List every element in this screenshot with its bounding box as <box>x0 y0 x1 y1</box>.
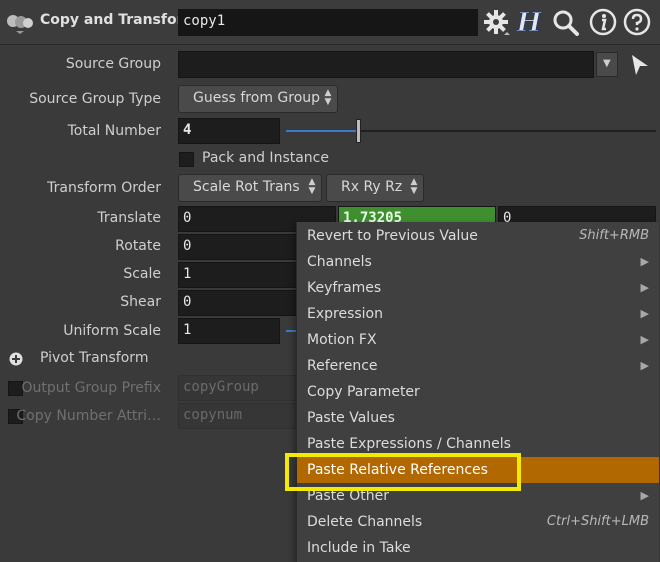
menu-item-channels[interactable]: Channels ▶ <box>297 249 659 275</box>
menu-item-shortcut: Shift+RMB <box>579 228 649 243</box>
pivot-transform-label[interactable]: Pivot Transform <box>40 350 148 366</box>
parameter-header: Copy and Transform copy1 H <box>0 0 660 44</box>
up-down-arrows-icon: ▲ ▼ <box>324 88 332 107</box>
scale-label: Scale <box>123 266 161 282</box>
shear-label: Shear <box>120 294 161 310</box>
translate-label: Translate <box>97 210 161 226</box>
copy-number-attrib-field[interactable]: copynum <box>178 403 298 429</box>
menu-item-label: Include in Take <box>307 540 411 556</box>
submenu-arrow-icon: ▶ <box>640 281 649 294</box>
node-type-label: Copy and Transform <box>40 12 199 28</box>
source-group-type-value: Guess from Group <box>193 90 321 106</box>
output-group-prefix-field[interactable]: copyGroup <box>178 375 298 401</box>
help-h-letter: H <box>516 8 542 39</box>
menu-item-label: Copy Parameter <box>307 384 420 400</box>
chevron-down-icon: ▼ <box>603 58 611 69</box>
source-group-dropdown[interactable]: ▼ <box>596 52 618 77</box>
menu-item-include-in-take[interactable]: Include in Take <box>297 535 659 561</box>
pack-and-instance-label: Pack and Instance <box>202 150 329 166</box>
source-group-type-label: Source Group Type <box>29 91 161 107</box>
transform-order-value: Scale Rot Trans <box>193 179 300 195</box>
menu-item-label: Keyframes <box>307 280 382 296</box>
uniform-scale-label: Uniform Scale <box>63 323 161 339</box>
menu-item-delete-channels[interactable]: Delete Channels Ctrl+Shift+LMB <box>297 509 659 535</box>
source-group-type-menu[interactable]: Guess from Group ▲ ▼ <box>178 85 338 113</box>
menu-item-expression[interactable]: Expression ▶ <box>297 301 659 327</box>
submenu-arrow-icon: ▶ <box>640 359 649 372</box>
output-group-prefix-label: Output Group Prefix <box>21 380 161 396</box>
menu-item-label: Delete Channels <box>307 514 423 530</box>
transform-order-label: Transform Order <box>47 180 161 196</box>
menu-item-keyframes[interactable]: Keyframes ▶ <box>297 275 659 301</box>
up-down-arrows-icon: ▲ ▼ <box>308 177 316 196</box>
uniform-scale-field[interactable]: 1 <box>178 318 280 344</box>
menu-item-shortcut: Ctrl+Shift+LMB <box>546 514 649 529</box>
question-icon[interactable] <box>622 7 652 37</box>
menu-item-revert[interactable]: Revert to Previous Value Shift+RMB <box>297 223 659 249</box>
gear-icon[interactable] <box>482 6 512 40</box>
total-number-slider-track[interactable] <box>286 130 656 132</box>
up-down-arrows-icon: ▲ ▼ <box>410 177 418 196</box>
submenu-arrow-icon: ▶ <box>640 255 649 268</box>
source-group-field[interactable] <box>178 51 594 78</box>
arrow-pointer-icon[interactable] <box>628 52 652 78</box>
total-number-field[interactable]: 4 <box>178 118 280 144</box>
source-group-label: Source Group <box>65 56 161 72</box>
submenu-arrow-icon: ▶ <box>640 489 649 502</box>
menu-item-motion-fx[interactable]: Motion FX ▶ <box>297 327 659 353</box>
menu-item-paste-values[interactable]: Paste Values <box>297 405 659 431</box>
node-name-field[interactable]: copy1 <box>178 9 478 36</box>
rotate-label: Rotate <box>115 238 161 254</box>
menu-item-label: Channels <box>307 254 372 270</box>
menu-item-reference[interactable]: Reference ▶ <box>297 353 659 379</box>
menu-item-label: Reference <box>307 358 378 374</box>
total-number-label: Total Number <box>67 123 161 139</box>
rotation-order-value: Rx Ry Rz <box>341 179 403 195</box>
menu-item-label: Motion FX <box>307 332 377 348</box>
info-icon[interactable] <box>588 7 618 37</box>
submenu-arrow-icon: ▶ <box>640 333 649 346</box>
submenu-arrow-icon: ▶ <box>640 307 649 320</box>
menu-item-label: Paste Values <box>307 410 395 426</box>
context-menu: Revert to Previous Value Shift+RMB Chann… <box>296 222 659 562</box>
transform-order-menu[interactable]: Scale Rot Trans ▲ ▼ <box>178 174 322 202</box>
annotation-highlight-box <box>285 453 521 491</box>
help-h-icon[interactable]: H <box>514 6 544 40</box>
menu-item-label: Expression <box>307 306 383 322</box>
total-number-slider-handle[interactable] <box>356 119 361 143</box>
header-divider <box>0 44 660 45</box>
search-icon[interactable] <box>551 7 581 39</box>
rotation-order-menu[interactable]: Rx Ry Rz ▲ ▼ <box>326 174 424 202</box>
menu-item-copy-parameter[interactable]: Copy Parameter <box>297 379 659 405</box>
node-icon[interactable] <box>6 10 34 36</box>
pack-and-instance-checkbox[interactable] <box>179 152 194 167</box>
total-number-slider-fill <box>286 130 360 132</box>
copy-number-attrib-label: Copy Number Attri… <box>16 408 161 424</box>
menu-item-label: Revert to Previous Value <box>307 228 478 244</box>
plus-icon[interactable] <box>9 352 23 366</box>
